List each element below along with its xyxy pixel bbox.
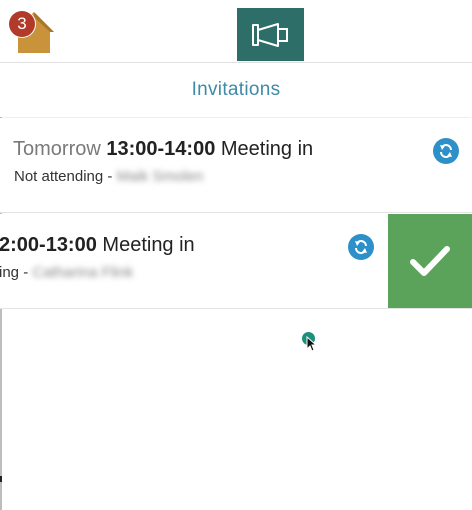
sync-icon[interactable] xyxy=(348,234,374,260)
tab-invitations[interactable]: Invitations xyxy=(0,63,472,117)
detail-separator: - xyxy=(23,264,29,281)
invitation-time: 2:00-13:00 xyxy=(0,234,97,256)
invitation-details: Not attending - Maik Smolen xyxy=(14,168,203,185)
detail-separator: - xyxy=(107,168,113,185)
invitation-title: Tomorrow 13:00-14:00 Meeting in xyxy=(13,138,313,161)
invitee-name: Catharina Flink xyxy=(32,264,134,281)
accept-invitation-button[interactable] xyxy=(388,214,472,308)
attendance-status: ing xyxy=(0,264,20,281)
home-button[interactable]: 3 xyxy=(8,8,56,56)
invitation-subject: Meeting in xyxy=(102,234,195,256)
invitation-row-swiped[interactable]: 2:00-13:00 Meeting in ing - Catharina Fl… xyxy=(0,214,472,309)
invitation-title: 2:00-13:00 Meeting in xyxy=(0,234,195,257)
megaphone-icon xyxy=(251,22,288,47)
edge-mark xyxy=(0,476,2,482)
mouse-pointer-icon xyxy=(306,336,318,352)
invitation-time: 13:00-14:00 xyxy=(106,138,216,160)
invitation-row[interactable]: Tomorrow 13:00-14:00 Meeting in Not atte… xyxy=(0,118,472,213)
invitation-day: Tomorrow xyxy=(13,138,101,160)
notification-badge: 3 xyxy=(9,11,35,37)
attendance-status: Not attending xyxy=(14,168,104,185)
announcements-button[interactable] xyxy=(237,8,304,61)
invitation-details: ing - Catharina Flink xyxy=(0,264,133,281)
tab-bar: Invitations xyxy=(0,63,472,117)
invitation-subject: Meeting in xyxy=(220,138,314,160)
top-bar: 3 xyxy=(0,0,472,63)
checkmark-icon xyxy=(410,246,450,276)
sync-icon[interactable] xyxy=(433,138,459,164)
invitee-name: Maik Smolen xyxy=(116,168,204,185)
